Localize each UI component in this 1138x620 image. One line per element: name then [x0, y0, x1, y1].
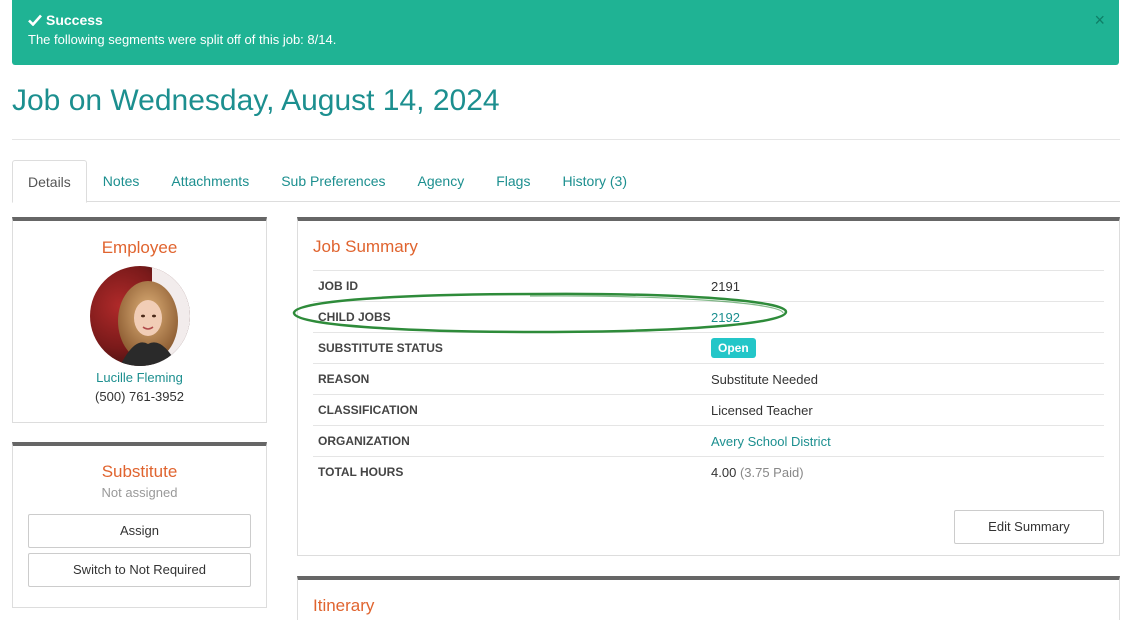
employee-name-link[interactable]: Lucille Fleming	[13, 370, 266, 385]
substitute-heading: Substitute	[101, 462, 178, 481]
tab-agency[interactable]: Agency	[402, 160, 481, 202]
paid-hours-value: (3.75 Paid)	[739, 464, 804, 480]
table-row: CLASSIFICATION Licensed Teacher	[313, 394, 1104, 426]
avatar-image	[89, 266, 190, 366]
table-row: ORGANIZATION Avery School District	[313, 425, 1104, 457]
job-summary-panel: Job Summary JOB ID 2191 CHILD JOBS 2192 …	[297, 217, 1120, 556]
row-label: JOB ID	[313, 270, 706, 302]
tab-details[interactable]: Details	[12, 160, 87, 203]
page-title: Job on Wednesday, August 14, 2024	[12, 84, 500, 117]
substitute-panel: Substitute Not assigned Assign Switch to…	[12, 442, 267, 608]
row-label: CHILD JOBS	[313, 301, 706, 333]
job-id-value: 2191	[706, 270, 1104, 302]
table-row: JOB ID 2191	[313, 270, 1104, 302]
child-job-link[interactable]: 2192	[711, 310, 740, 325]
edit-summary-button[interactable]: Edit Summary	[954, 510, 1104, 544]
employee-phone: (500) 761-3952	[95, 389, 184, 404]
status-badge: Open	[711, 338, 756, 358]
table-row: CHILD JOBS 2192	[313, 301, 1104, 333]
employee-heading: Employee	[101, 238, 178, 257]
row-label: REASON	[313, 363, 706, 395]
tab-attachments[interactable]: Attachments	[155, 160, 265, 202]
table-row: REASON Substitute Needed	[313, 363, 1104, 395]
itinerary-panel: Itinerary	[297, 576, 1120, 620]
organization-link[interactable]: Avery School District	[711, 434, 831, 449]
row-label: ORGANIZATION	[313, 425, 706, 457]
job-summary-table: JOB ID 2191 CHILD JOBS 2192 SUBSTITUTE S…	[313, 270, 1104, 488]
job-summary-heading: Job Summary	[313, 237, 418, 256]
employee-panel: Employee Lucille Fleming (500) 761-3952	[12, 217, 267, 423]
row-label: CLASSIFICATION	[313, 394, 706, 426]
assign-button[interactable]: Assign	[28, 514, 251, 548]
tab-sub-preferences[interactable]: Sub Preferences	[265, 160, 401, 202]
tab-history[interactable]: History (3)	[546, 160, 643, 202]
close-icon[interactable]: ×	[1094, 10, 1105, 30]
row-label: SUBSTITUTE STATUS	[313, 332, 706, 364]
itinerary-heading: Itinerary	[313, 596, 375, 615]
alert-message: The following segments were split off of…	[28, 32, 337, 47]
table-row: SUBSTITUTE STATUS Open	[313, 332, 1104, 364]
row-label: TOTAL HOURS	[313, 456, 706, 488]
success-alert: Success The following segments were spli…	[12, 0, 1119, 65]
alert-title-row: Success	[28, 10, 1103, 30]
table-row: TOTAL HOURS 4.00 (3.75 Paid)	[313, 456, 1104, 488]
total-hours-value: 4.00	[711, 464, 737, 480]
alert-title: Success	[46, 12, 103, 28]
tab-flags[interactable]: Flags	[480, 160, 546, 202]
tab-notes[interactable]: Notes	[87, 160, 156, 202]
classification-value: Licensed Teacher	[706, 394, 1104, 426]
tab-bar: Details Notes Attachments Sub Preference…	[12, 160, 1120, 203]
title-divider	[12, 139, 1120, 140]
reason-value: Substitute Needed	[706, 363, 1104, 395]
switch-not-required-button[interactable]: Switch to Not Required	[28, 553, 251, 587]
checkmark-icon	[28, 14, 42, 26]
substitute-status: Not assigned	[101, 485, 178, 500]
avatar	[89, 266, 190, 366]
